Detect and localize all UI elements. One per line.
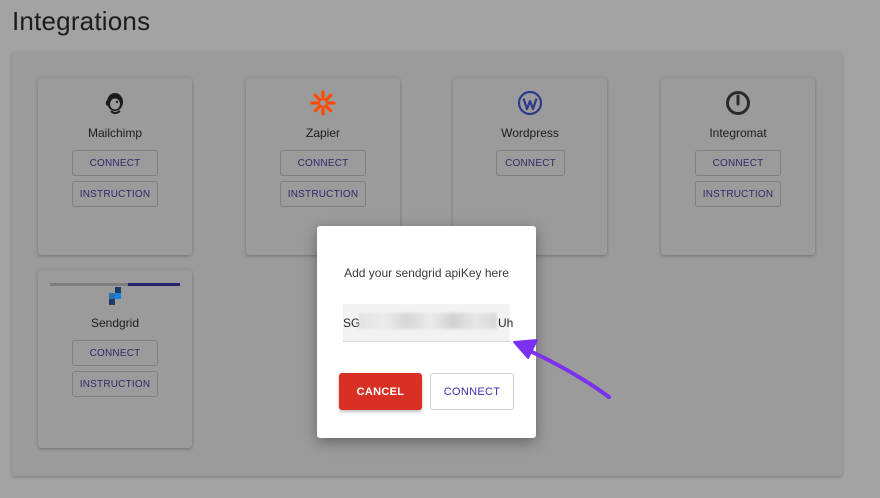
api-key-input[interactable]: SG Uh [343, 304, 514, 342]
zapier-instruction-button[interactable]: INSTRUCTION [280, 181, 366, 207]
integromat-instruction-button[interactable]: INSTRUCTION [695, 181, 781, 207]
integration-card-sendgrid: Sendgrid CONNECT INSTRUCTION [38, 270, 192, 448]
zapier-connect-button[interactable]: CONNECT [280, 150, 366, 176]
connect-button[interactable]: CONNECT [430, 373, 514, 410]
mailchimp-connect-button[interactable]: CONNECT [72, 150, 158, 176]
integration-name: Wordpress [501, 126, 559, 140]
dialog-prompt: Add your sendgrid apiKey here [344, 266, 509, 280]
integration-name: Zapier [305, 126, 340, 140]
api-key-prefix: SG [343, 316, 361, 330]
api-key-suffix: Uh [498, 316, 514, 330]
integromat-icon [726, 91, 750, 115]
integration-card-mailchimp: Mailchimp CONNECT INSTRUCTION [38, 78, 192, 255]
wordpress-connect-button[interactable]: CONNECT [496, 150, 565, 176]
page-title: Integrations [12, 6, 151, 36]
integration-name: Integromat [709, 126, 767, 140]
cancel-button[interactable]: CANCEL [339, 373, 422, 410]
api-key-redacted [359, 313, 497, 329]
sendgrid-connect-button[interactable]: CONNECT [72, 340, 158, 366]
mailchimp-instruction-button[interactable]: INSTRUCTION [72, 181, 158, 207]
zapier-icon [310, 90, 336, 116]
sendgrid-instruction-button[interactable]: INSTRUCTION [72, 371, 158, 397]
sendgrid-api-key-dialog: Add your sendgrid apiKey here SG Uh CANC… [317, 226, 536, 438]
wordpress-icon [517, 90, 543, 116]
integration-name: Sendgrid [90, 316, 140, 330]
mailchimp-icon [105, 93, 123, 114]
sendgrid-icon [109, 287, 121, 305]
integration-card-integromat: Integromat CONNECT INSTRUCTION [661, 78, 815, 255]
integromat-connect-button[interactable]: CONNECT [695, 150, 781, 176]
integration-name: Mailchimp [87, 126, 142, 140]
